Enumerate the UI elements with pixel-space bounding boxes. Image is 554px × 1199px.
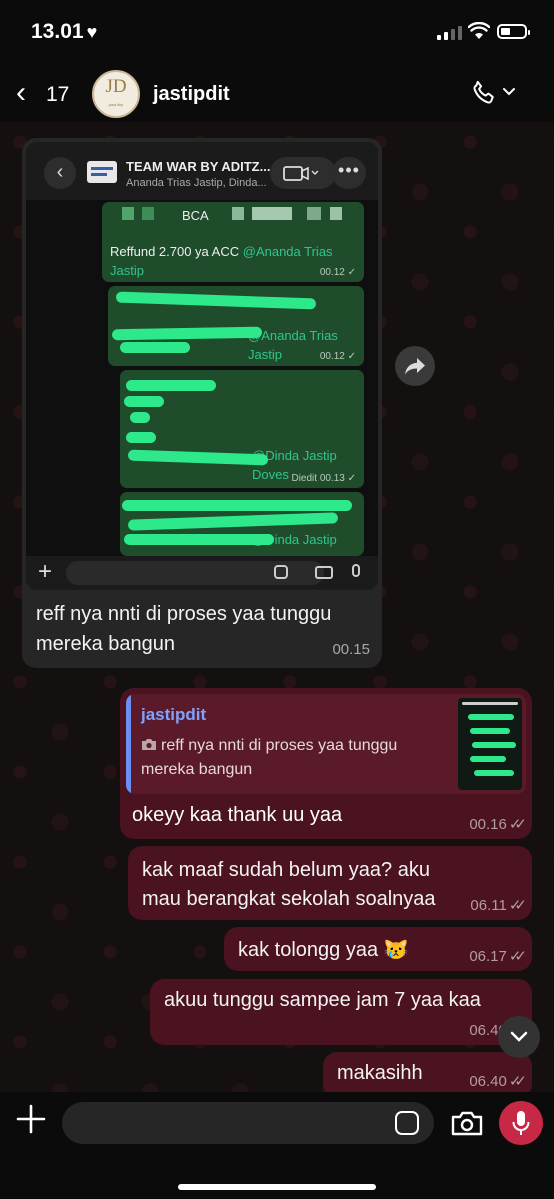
read-ticks-icon: ✓✓ [508, 948, 527, 965]
home-indicator [178, 1184, 376, 1190]
outgoing-reply-message[interactable]: jastipdit reff nya nnti di proses yaa tu… [120, 688, 532, 839]
read-ticks-icon: ✓✓ [508, 816, 527, 833]
forward-icon [405, 358, 425, 375]
screenshot-more-icon: ••• [332, 157, 366, 189]
battery-icon [497, 24, 530, 39]
heart-icon: ♥ [86, 22, 98, 42]
screenshot-composer: + [26, 556, 378, 590]
quote-bar [126, 694, 131, 794]
message-input[interactable] [62, 1102, 434, 1144]
back-button[interactable]: ‹ [16, 78, 26, 108]
mic-button[interactable] [499, 1101, 543, 1145]
contact-name[interactable]: jastipdit [153, 83, 230, 106]
screenshot-group-avatar [87, 161, 117, 183]
screenshot-sticker-icon [274, 565, 288, 579]
status-time: 13.01 ♥ [31, 20, 98, 43]
quoted-thumbnail [458, 698, 522, 790]
message-composer [0, 1092, 554, 1199]
screenshot-image[interactable]: ‹ TEAM WAR BY ADITZ... Ananda Trias Jast… [26, 142, 378, 590]
chat-header: ‹ 17 JD jasa titip jastipdit [0, 66, 554, 122]
read-ticks-icon: ✓✓ [508, 1073, 527, 1090]
screenshot-group-subtitle: Ananda Trias Jastip, Dinda... [126, 177, 267, 189]
quoted-sender: jastipdit [141, 705, 207, 724]
read-ticks-icon: ✓✓ [508, 897, 527, 914]
sticker-icon[interactable] [395, 1111, 419, 1135]
screenshot-message: @Ananda Trias Jastip 00.12 ✓ [108, 286, 364, 366]
message-time: 06.40✓✓ [469, 1073, 527, 1090]
reply-text: okeyy kaa thank uu yaa [132, 804, 343, 826]
message-text: makasihh [337, 1062, 423, 1084]
screenshot-group-title: TEAM WAR BY ADITZ... [126, 159, 271, 174]
incoming-image-message[interactable]: ‹ TEAM WAR BY ADITZ... Ananda Trias Jast… [22, 138, 382, 668]
message-text: kak tolongg yaa 😿 [238, 939, 409, 961]
message-time: 06.17 ✓✓ [469, 948, 527, 965]
screenshot-header: ‹ TEAM WAR BY ADITZ... Ananda Trias Jast… [26, 142, 378, 200]
unread-count[interactable]: 17 [46, 83, 69, 107]
camera-icon [142, 739, 156, 750]
plus-icon[interactable] [16, 1104, 46, 1134]
message-time: 00.15 [332, 641, 370, 658]
scroll-down-button[interactable] [498, 1016, 540, 1058]
outgoing-message[interactable]: kak maaf sudah belum yaa? aku mau berang… [128, 846, 532, 920]
contact-avatar[interactable]: JD jasa titip [92, 70, 140, 118]
wifi-icon [468, 22, 490, 39]
status-bar: 13.01 ♥ [0, 0, 554, 66]
signal-icon [437, 26, 462, 40]
screenshot-message-time: Diedit 00.13 ✓ [291, 473, 356, 484]
message-text: akuu tunggu sampee jam 7 yaa kaa [164, 989, 481, 1011]
outgoing-message[interactable]: akuu tunggu sampee jam 7 yaa kaa 06.40✓✓ [150, 979, 532, 1045]
chevron-down-icon [510, 1031, 528, 1042]
screenshot-message: BCA Reffund 2.700 ya ACC @Ananda Trias J… [102, 202, 364, 282]
screenshot-message: @Dinda Jastip [120, 492, 364, 556]
quoted-text: reff nya nnti di proses yaa tunggu merek… [141, 737, 398, 778]
screenshot-message-time: 00.12 ✓ [319, 267, 356, 278]
message-time: 06.11 ✓✓ [470, 897, 527, 914]
mic-icon [512, 1111, 530, 1135]
screenshot-plus-icon: + [38, 558, 53, 585]
quoted-message[interactable]: jastipdit reff nya nnti di proses yaa tu… [126, 694, 526, 794]
screenshot-back-icon: ‹ [44, 157, 76, 189]
message-text: kak maaf sudah belum yaa? aku mau berang… [142, 859, 436, 910]
message-time: 00.16 ✓✓ [469, 816, 527, 833]
screenshot-video-icon [270, 157, 336, 189]
phone-icon[interactable] [470, 79, 498, 107]
camera-icon[interactable] [451, 1110, 483, 1136]
outgoing-message[interactable]: kak tolongg yaa 😿 06.17 ✓✓ [224, 927, 532, 971]
screenshot-message: @Dinda Jastip Doves Diedit 00.13 ✓ [120, 370, 364, 488]
avatar-logo-text: JD [105, 76, 127, 97]
screenshot-message-time: 00.12 ✓ [319, 351, 356, 362]
screenshot-camera-icon [315, 566, 333, 579]
chevron-down-icon[interactable] [502, 87, 516, 97]
avatar-logo-subtext: jasa titip [108, 102, 124, 107]
message-caption: reff nya nnti di proses yaa tunggu merek… [36, 603, 332, 655]
screenshot-mic-icon [352, 564, 360, 577]
forward-button[interactable] [395, 346, 435, 386]
